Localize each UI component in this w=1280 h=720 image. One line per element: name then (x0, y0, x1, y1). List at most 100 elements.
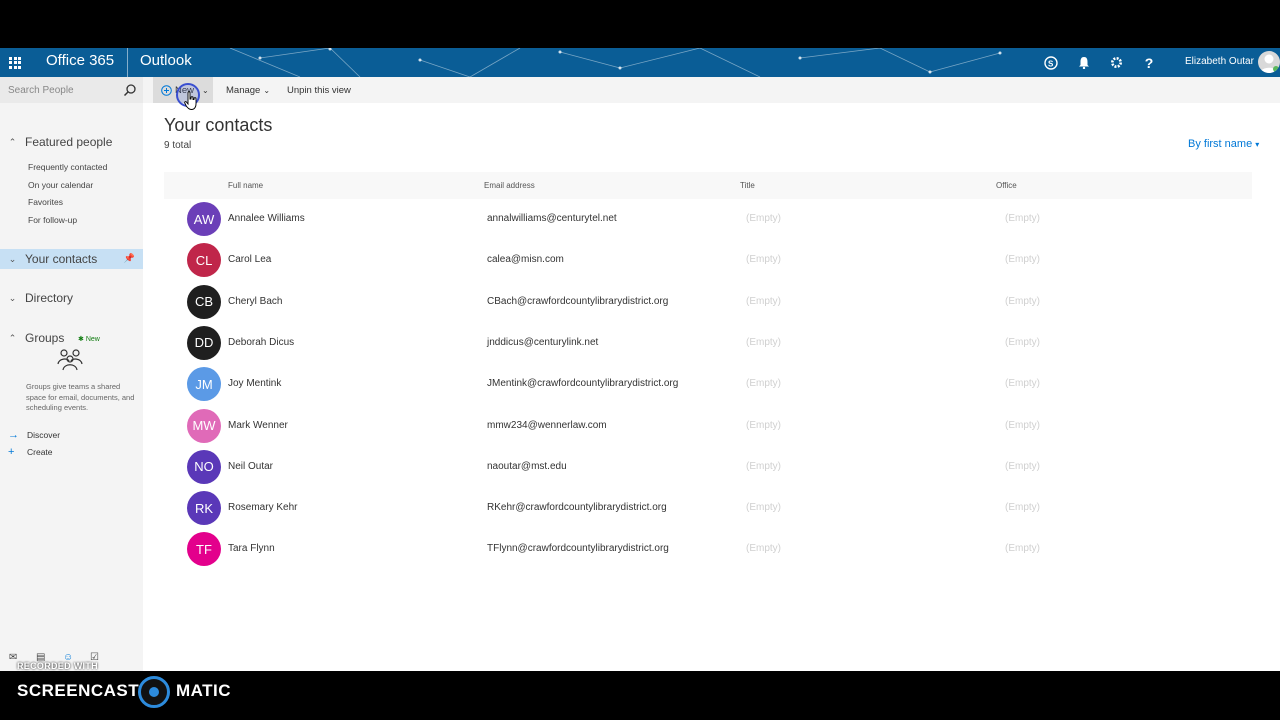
discover-label: Discover (27, 430, 61, 440)
watermark-screencast: SCREENCAST (17, 681, 140, 700)
suite-header: Office 365 Outlook S ? Elizabeth Outar (0, 48, 1280, 77)
skype-button[interactable]: S (1035, 48, 1067, 77)
contact-row[interactable]: CB Cheryl Bach CBach@crawfordcountylibrary… (164, 282, 1252, 322)
contact-title: (Empty) (746, 460, 781, 472)
contact-name: Deborah Dicus (228, 336, 295, 348)
contact-row[interactable]: NO Neil Outar naoutar@mst.edu (Empty) (Empty… (164, 447, 1252, 487)
top-letterbox (0, 0, 1280, 48)
nav-favorites[interactable]: Favorites (28, 197, 63, 207)
column-full-name[interactable]: Full name (228, 181, 263, 190)
contact-office: (Empty) (1005, 543, 1040, 555)
groups-discover-link[interactable]: → Discover (8, 428, 60, 442)
hand-cursor-icon (184, 91, 197, 110)
left-navigation-pane: ⌃ Featured people Frequently contacted O… (0, 77, 143, 671)
screencast-logo-icon (138, 676, 170, 708)
contact-email: RKehr@crawfordcountylibrarydistrict.org (487, 502, 667, 514)
contact-title: (Empty) (746, 378, 781, 390)
manage-button[interactable]: Manage ⌄ (226, 77, 270, 103)
contact-row[interactable]: CL Carol Lea calea@misn.com (Empty) (Empty) (164, 240, 1252, 280)
contact-email: naoutar@mst.edu (487, 460, 567, 472)
waffle-icon (9, 56, 21, 69)
groups-label: Groups (25, 331, 65, 345)
outlook-app-link[interactable]: Outlook (140, 52, 192, 69)
contact-title: (Empty) (746, 213, 781, 224)
contact-name: Annalee Williams (228, 213, 305, 224)
notifications-button[interactable] (1068, 48, 1100, 77)
nav-your-contacts[interactable]: ⌄ Your contacts 📌 (0, 249, 143, 269)
chevron-down-icon: ⌄ (8, 292, 17, 303)
contacts-count: 9 total (164, 140, 192, 151)
contact-title: (Empty) (746, 336, 781, 348)
pin-icon[interactable]: 📌 (124, 253, 135, 264)
contact-title: (Empty) (746, 295, 781, 307)
contact-office: (Empty) (1005, 213, 1040, 224)
app-launcher-button[interactable] (0, 48, 30, 77)
contact-office: (Empty) (1005, 378, 1040, 390)
settings-button[interactable] (1100, 48, 1132, 77)
caret-down-icon: ▾ (1255, 140, 1260, 149)
user-name[interactable]: Elizabeth Outar (1185, 56, 1254, 67)
sort-dropdown[interactable]: By first name ▾ (1188, 138, 1259, 150)
featured-people-header[interactable]: ⌃ Featured people (0, 132, 143, 152)
gear-icon (1110, 57, 1122, 68)
contact-title: (Empty) (746, 419, 781, 431)
contact-title: (Empty) (746, 254, 781, 266)
contact-office: (Empty) (1005, 419, 1040, 431)
search-box[interactable] (0, 77, 143, 103)
column-header-row: Full name Email address Title Office (164, 172, 1252, 199)
groups-create-link[interactable]: + Create (8, 445, 53, 459)
office365-brand-link[interactable]: Office 365 (46, 52, 114, 69)
watermark-recorded-with: RECORDED WITH (17, 661, 98, 671)
contact-name: Joy Mentink (228, 378, 282, 390)
contact-name: Cheryl Bach (228, 295, 283, 307)
user-avatar[interactable] (1258, 51, 1280, 73)
contact-row[interactable]: DD Deborah Dicus jnddicus@centurylink.net (… (164, 323, 1252, 363)
nav-on-your-calendar[interactable]: On your calendar (28, 180, 93, 190)
search-icon[interactable] (123, 83, 137, 97)
chevron-up-icon: ⌃ (8, 136, 17, 147)
watermark-matic: MATIC (176, 681, 232, 700)
groups-icon (57, 349, 83, 371)
featured-people-label: Featured people (25, 135, 113, 149)
contact-office: (Empty) (1005, 254, 1040, 266)
nav-groups[interactable]: ⌃ Groups (0, 328, 143, 348)
nav-directory[interactable]: ⌄ Directory (0, 288, 143, 308)
page-title: Your contacts (164, 115, 273, 135)
contact-row[interactable]: MW Mark Wenner mmw234@wennerlaw.com (Empty)… (164, 406, 1252, 446)
search-input[interactable] (8, 83, 118, 97)
contact-row[interactable]: AW Annalee Williams annalwilliams@centuryt… (164, 199, 1252, 239)
skype-icon: S (1044, 55, 1058, 70)
plus-icon: + (8, 446, 15, 458)
contact-row[interactable]: RK Rosemary Kehr RKehr@crawfordcountylibra… (164, 488, 1252, 528)
chevron-down-icon[interactable]: ⌄ (202, 86, 209, 95)
directory-label: Directory (25, 291, 74, 305)
contact-row[interactable]: JM Joy Mentink JMentink@crawfordcountylibr… (164, 364, 1252, 404)
contact-avatar: CB (187, 284, 221, 319)
contact-avatar: JM (187, 367, 221, 402)
contact-avatar: CL (187, 243, 221, 278)
header-divider (127, 48, 128, 77)
help-button[interactable]: ? (1133, 48, 1165, 77)
contact-email: jnddicus@centurylink.net (487, 336, 599, 348)
groups-new-badge: ✱ New (78, 336, 100, 343)
contact-email: mmw234@wennerlaw.com (487, 419, 607, 431)
column-email[interactable]: Email address (484, 181, 535, 190)
contact-avatar: MW (187, 408, 221, 443)
outlook-app: Office 365 Outlook S ? Elizabeth Outar ⌃… (0, 48, 1280, 671)
contact-row[interactable]: TF Tara Flynn TFlynn@crawfordcountylibrary… (164, 529, 1252, 569)
create-label: Create (27, 447, 53, 457)
column-office[interactable]: Office (996, 181, 1017, 190)
nav-frequently-contacted[interactable]: Frequently contacted (28, 162, 107, 172)
nav-for-follow-up[interactable]: For follow-up (28, 215, 77, 225)
contact-email: JMentink@crawfordcountylibrarydistrict.o… (487, 378, 679, 390)
groups-description: Groups give teams a shared space for ema… (26, 382, 135, 412)
your-contacts-label: Your contacts (25, 252, 98, 266)
help-icon: ? (1144, 54, 1154, 71)
contact-avatar: AW (187, 202, 221, 236)
column-title[interactable]: Title (740, 181, 755, 190)
chevron-up-icon: ⌃ (8, 332, 17, 343)
contact-name: Tara Flynn (228, 543, 275, 555)
contact-office: (Empty) (1005, 502, 1040, 514)
unpin-view-button[interactable]: Unpin this view (287, 77, 351, 103)
contact-title: (Empty) (746, 543, 781, 555)
